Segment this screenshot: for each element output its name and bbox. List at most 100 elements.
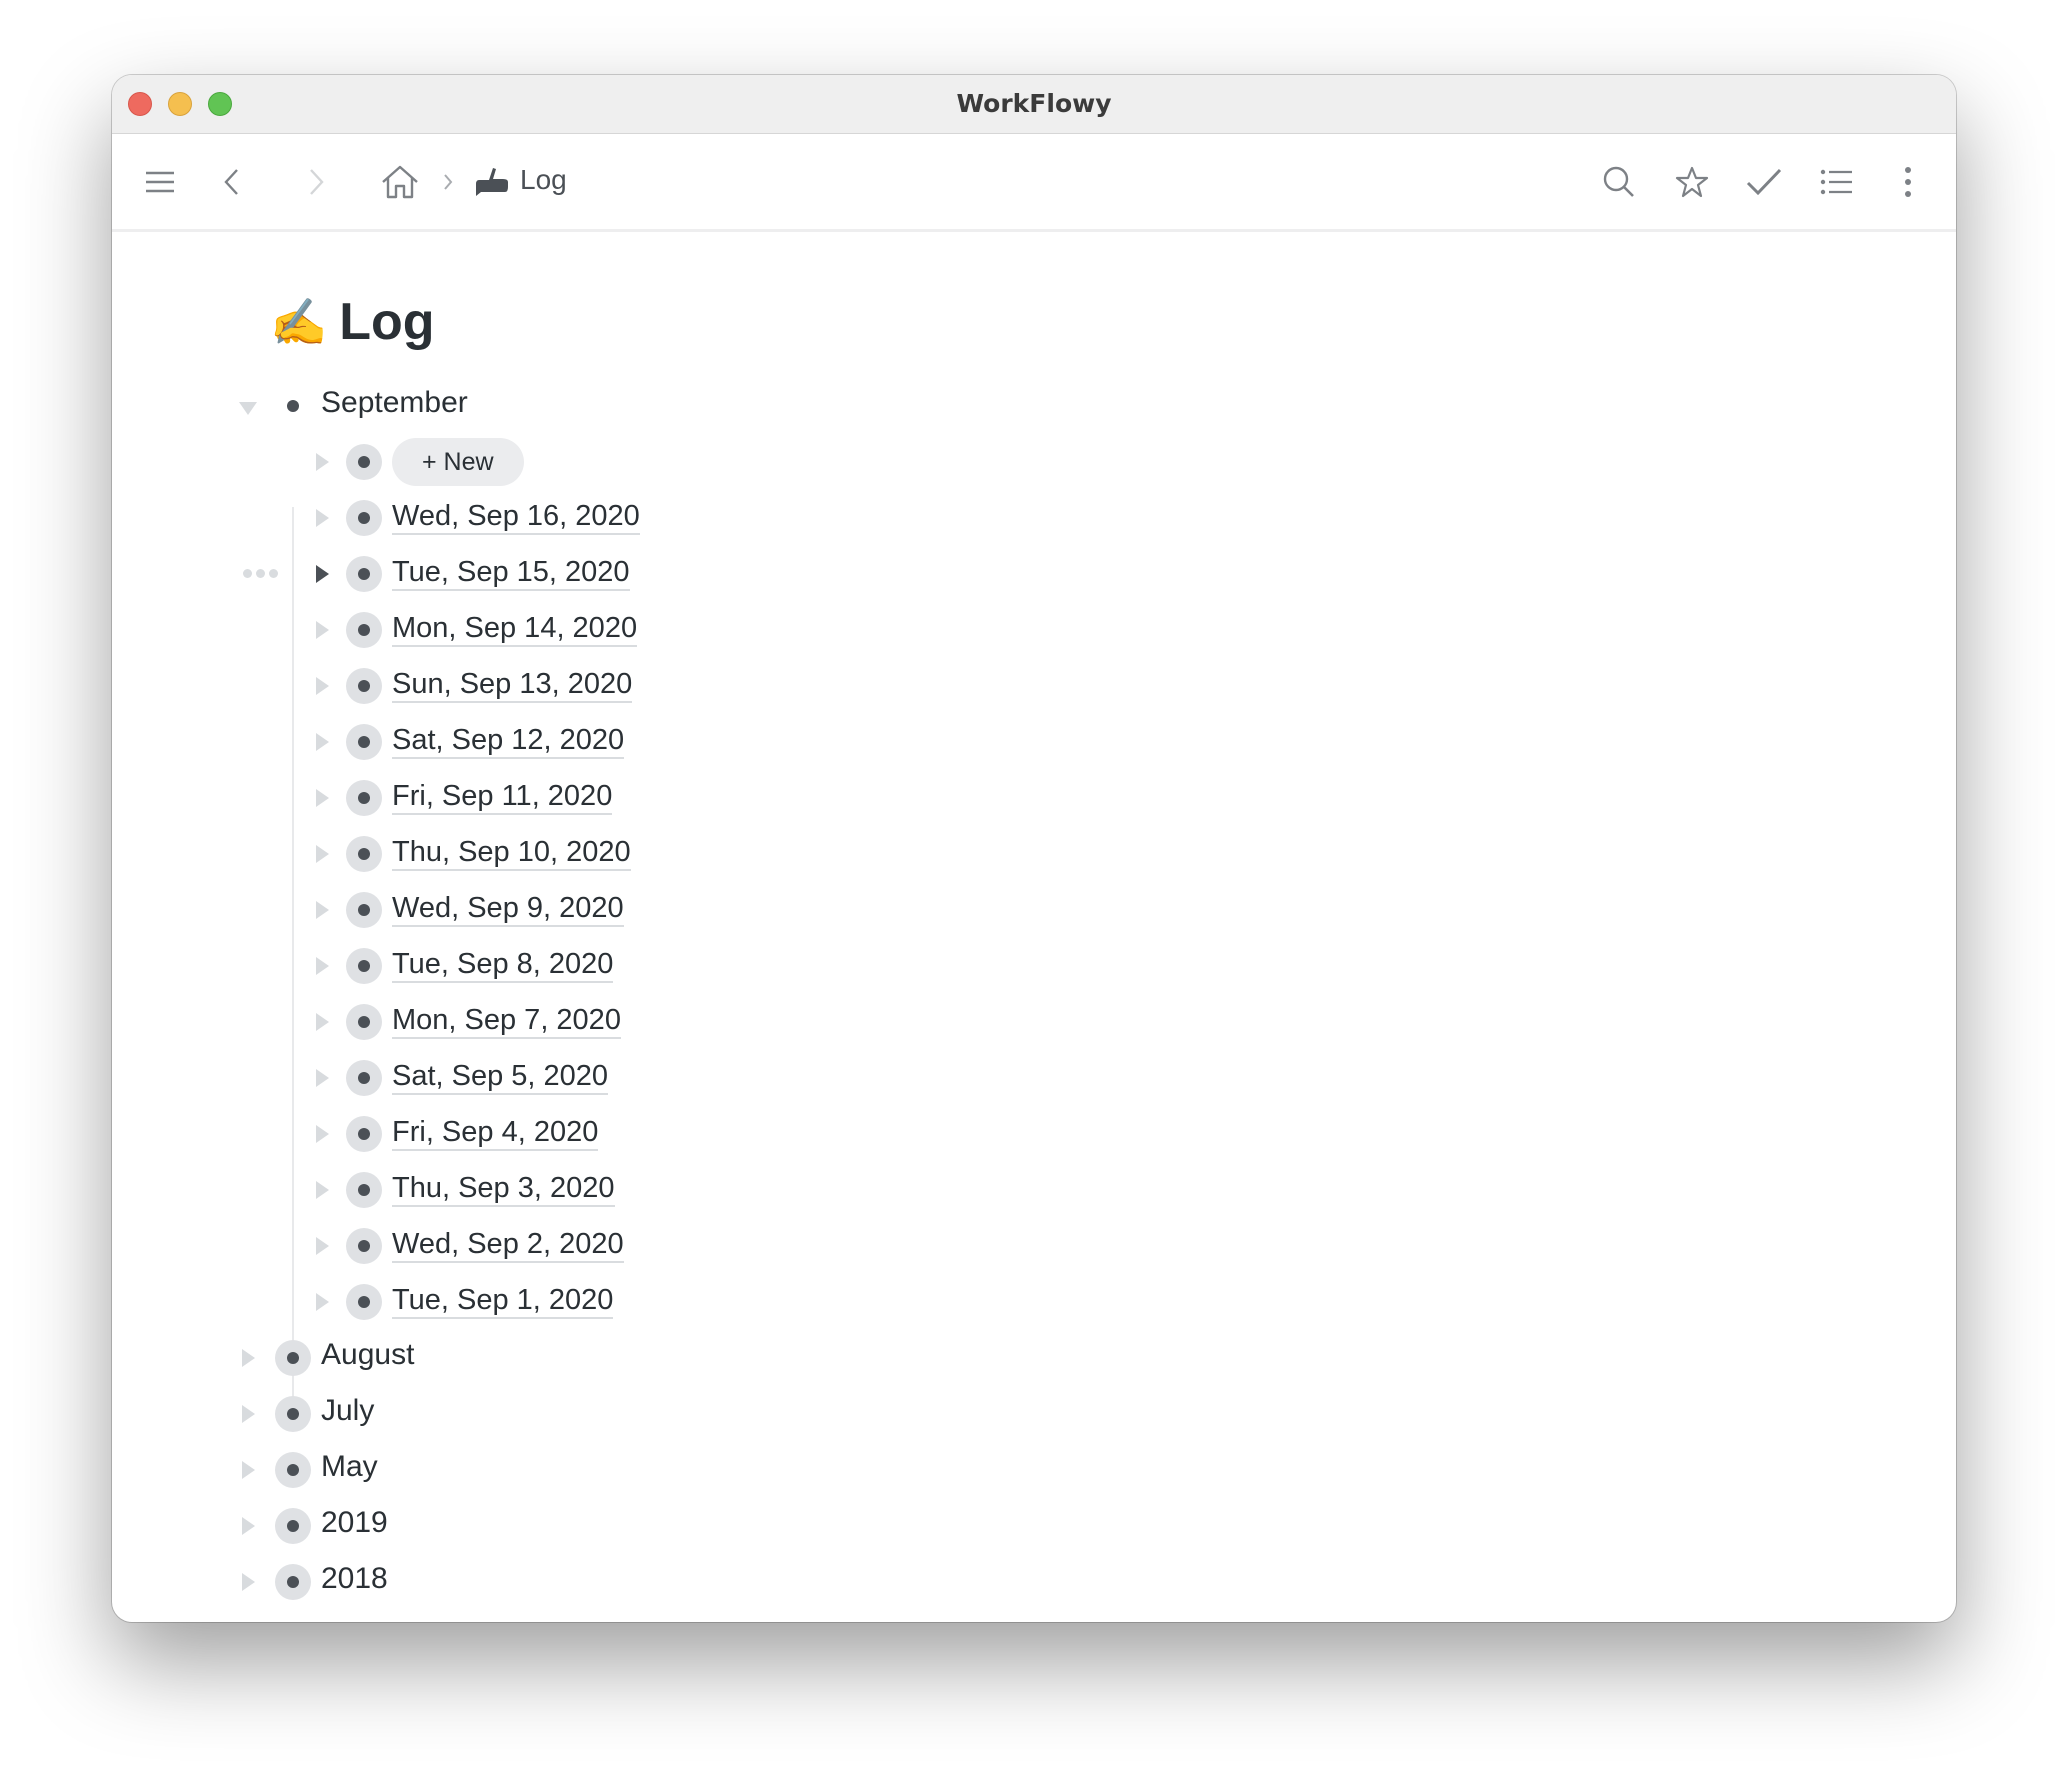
collapse-triangle-icon[interactable] (239, 402, 257, 415)
bullet[interactable] (346, 556, 382, 592)
expand-triangle-icon[interactable] (316, 621, 329, 639)
drag-handle-icon[interactable] (243, 569, 278, 578)
star-icon[interactable] (1670, 160, 1714, 204)
expand-triangle-icon[interactable] (316, 957, 329, 975)
bullet[interactable] (346, 612, 382, 648)
back-icon[interactable] (210, 160, 254, 204)
expand-triangle-icon[interactable] (316, 1293, 329, 1311)
bullet[interactable] (275, 1340, 311, 1376)
list-item-date: Wed, Sep 2, 2020 (112, 1218, 1956, 1274)
list-item-date: Wed, Sep 16, 2020 (112, 490, 1956, 546)
list-item-date: Tue, Sep 8, 2020 (112, 938, 1956, 994)
expand-triangle-icon[interactable] (316, 1237, 329, 1255)
item-label[interactable]: Tue, Sep 1, 2020 (392, 1283, 614, 1319)
search-icon[interactable] (1597, 160, 1641, 204)
item-label[interactable]: September (321, 386, 468, 420)
page-title[interactable]: ✍️ Log (270, 292, 435, 352)
expand-triangle-icon[interactable] (316, 901, 329, 919)
toolbar: Log (112, 134, 1956, 232)
new-entry-button[interactable]: + New (392, 438, 524, 486)
writing-hand-emoji: ✍️ (270, 294, 328, 349)
expand-triangle-icon[interactable] (316, 1069, 329, 1087)
list-item-date: Sun, Sep 13, 2020 (112, 658, 1956, 714)
document-area: ✍️ Log September + New Wed, Sep 16, 2020… (112, 232, 1956, 1622)
list-item-date: Mon, Sep 14, 2020 (112, 602, 1956, 658)
forward-icon[interactable] (294, 160, 338, 204)
expand-triangle-icon[interactable] (242, 1573, 255, 1591)
bullet[interactable] (346, 1004, 382, 1040)
item-label[interactable]: Wed, Sep 2, 2020 (392, 1227, 624, 1263)
expand-triangle-icon[interactable] (316, 509, 329, 527)
expand-triangle-icon[interactable] (242, 1349, 255, 1367)
expand-triangle-icon[interactable] (316, 845, 329, 863)
item-label[interactable]: 2018 (321, 1562, 388, 1596)
item-label[interactable]: Sat, Sep 5, 2020 (392, 1059, 609, 1095)
expand-triangle-icon[interactable] (316, 789, 329, 807)
expand-triangle-icon[interactable] (316, 1181, 329, 1199)
item-label[interactable]: July (321, 1394, 374, 1428)
more-vertical-icon[interactable] (1886, 160, 1930, 204)
check-icon[interactable] (1742, 160, 1786, 204)
bullet[interactable] (275, 388, 311, 424)
expand-triangle-icon[interactable] (316, 565, 329, 583)
list-item-date: Thu, Sep 3, 2020 (112, 1162, 1956, 1218)
expand-triangle-icon[interactable] (316, 1013, 329, 1031)
expand-triangle-icon[interactable] (242, 1405, 255, 1423)
list-item-date: Tue, Sep 1, 2020 (112, 1274, 1956, 1330)
bullet[interactable] (346, 836, 382, 872)
bullet[interactable] (346, 892, 382, 928)
expand-triangle-icon[interactable] (242, 1461, 255, 1479)
list-item-date: Tue, Sep 15, 2020 (112, 546, 1956, 602)
bullet[interactable] (275, 1452, 311, 1488)
item-label[interactable]: Mon, Sep 7, 2020 (392, 1003, 621, 1039)
item-label[interactable]: August (321, 1338, 414, 1372)
item-label[interactable]: Fri, Sep 4, 2020 (392, 1115, 599, 1151)
item-label[interactable]: Fri, Sep 11, 2020 (392, 779, 613, 815)
bullet[interactable] (275, 1508, 311, 1544)
expand-triangle-icon[interactable] (316, 453, 329, 471)
bullet[interactable] (346, 1060, 382, 1096)
item-label[interactable]: Thu, Sep 10, 2020 (392, 835, 631, 871)
list-item-september: September (112, 378, 1956, 434)
bullet[interactable] (346, 444, 382, 480)
bullet[interactable] (346, 500, 382, 536)
breadcrumb-current[interactable]: Log (520, 164, 567, 196)
item-label[interactable]: Sat, Sep 12, 2020 (392, 723, 625, 759)
item-label[interactable]: Tue, Sep 15, 2020 (392, 555, 630, 591)
list-item-new: + New (112, 434, 1956, 490)
item-label[interactable]: Wed, Sep 9, 2020 (392, 891, 624, 927)
bullet[interactable] (346, 948, 382, 984)
bullet[interactable] (275, 1564, 311, 1600)
list-item-2018: 2018 (112, 1554, 1956, 1610)
list-item-august: August (112, 1330, 1956, 1386)
list-item-date: Mon, Sep 7, 2020 (112, 994, 1956, 1050)
list-item-2019: 2019 (112, 1498, 1956, 1554)
item-label[interactable]: May (321, 1450, 378, 1484)
bullet[interactable] (275, 1396, 311, 1432)
list-item-date: Wed, Sep 9, 2020 (112, 882, 1956, 938)
expand-triangle-icon[interactable] (316, 733, 329, 751)
list-item-date: Fri, Sep 11, 2020 (112, 770, 1956, 826)
bullet[interactable] (346, 780, 382, 816)
item-label[interactable]: Mon, Sep 14, 2020 (392, 611, 638, 647)
bullet[interactable] (346, 1172, 382, 1208)
item-label[interactable]: Wed, Sep 16, 2020 (392, 499, 640, 535)
title-bar: WorkFlowy (112, 75, 1956, 134)
bullet[interactable] (346, 668, 382, 704)
bullet[interactable] (346, 1116, 382, 1152)
item-label[interactable]: Sun, Sep 13, 2020 (392, 667, 633, 703)
bullet[interactable] (346, 724, 382, 760)
list-icon[interactable] (1815, 160, 1859, 204)
expand-triangle-icon[interactable] (316, 1125, 329, 1143)
bullet[interactable] (346, 1228, 382, 1264)
page-title-text[interactable]: Log (339, 292, 434, 352)
item-label[interactable]: 2019 (321, 1506, 388, 1540)
item-label[interactable]: Thu, Sep 3, 2020 (392, 1171, 615, 1207)
bullet[interactable] (346, 1284, 382, 1320)
home-icon[interactable] (378, 160, 422, 204)
list-item-may: May (112, 1442, 1956, 1498)
expand-triangle-icon[interactable] (316, 677, 329, 695)
expand-triangle-icon[interactable] (242, 1517, 255, 1535)
item-label[interactable]: Tue, Sep 8, 2020 (392, 947, 614, 983)
menu-icon[interactable] (138, 160, 182, 204)
